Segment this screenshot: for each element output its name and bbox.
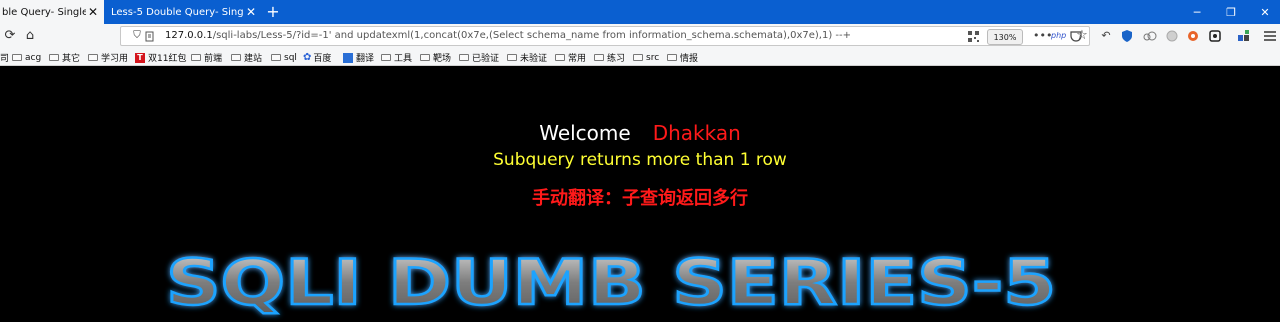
bookmark-item[interactable]: 情报 [667,51,698,64]
folder-icon [88,54,98,61]
folder-icon [191,54,201,61]
error-message: Subquery returns more than 1 row [493,150,787,170]
user-name: Dhakkan [652,121,741,145]
bookmark-item[interactable]: 工具 [381,51,412,64]
bookmark-item[interactable]: 靶场 [420,51,451,64]
logo-text: SQLI DUMB SERIES-5 [166,246,1056,319]
folder-icon [507,54,517,61]
folder-icon [555,54,565,61]
bookmark-label: 双11红包 [148,54,187,64]
bookmark-item[interactable]: 前端 [191,51,222,64]
folder-icon [381,54,391,61]
bookmark-label: acg [25,52,42,63]
bookmark-item[interactable]: 翻译 [343,51,374,64]
tab-inactive[interactable]: Less-5 Double Query- Single Qu ✕ [105,0,262,24]
new-tab-button[interactable]: + [264,2,282,22]
url-bar[interactable]: ⛉ 127.0.0.1/sqli-labs/Less-5/?id=-1' and… [120,26,1090,46]
orange-circle-icon[interactable] [1187,30,1199,42]
more-icon[interactable]: ••• [1033,28,1052,44]
tab-strip: ble Query- Single Qu ✕ Less-5 Double Que… [0,0,1280,24]
bookmark-item[interactable]: 学习用 [88,51,128,64]
bookmark-label: 情报 [680,54,699,64]
bookmark-label: src [646,52,660,63]
translation-text: 手动翻译：子查询返回多行 [532,188,748,209]
url-host: 127.0.0.1 [165,30,213,41]
bookmark-label: 司 [0,54,10,64]
bookmark-label: sql [284,52,297,63]
bookmarks-bar: 司 acg 其它 学习用 T 双11红包 前端 建站 sql ✿ 百度 翻译 工具 … [0,49,1280,66]
nav-bar: ⟳ ⌂ ⛉ 127.0.0.1/sqli-labs/Less-5/?id=-1'… [0,24,1280,49]
shield-icon[interactable]: ⛉ [129,28,145,44]
tab-close-icon[interactable]: ✕ [244,5,258,19]
bookmark-item[interactable]: 练习 [594,51,625,64]
folder-icon [271,54,281,61]
bookmark-item[interactable]: 常用 [555,51,586,64]
bookmark-item[interactable]: acg [12,51,41,64]
tab-active[interactable]: ble Query- Single Qu ✕ [0,0,104,24]
welcome-line: Welcome Dhakkan [0,121,1280,145]
bookmark-item[interactable]: 其它 [49,51,80,64]
bookmark-label: 常用 [568,54,587,64]
bookmark-item[interactable]: ✿ 百度 [303,51,331,64]
bookmark-item[interactable]: 建站 [231,51,262,64]
screenshot-icon[interactable] [1209,30,1221,42]
gray-circle-icon[interactable] [1166,30,1178,42]
bookmark-item[interactable]: 司 [0,51,9,64]
page-content: Welcome Dhakkan Subquery returns more tha… [0,66,1280,321]
undo-icon[interactable]: ↶ [1099,28,1113,44]
bookmark-label: 其它 [62,54,81,64]
bookmark-item[interactable]: 未验证 [507,51,547,64]
qr-icon[interactable] [968,31,979,42]
bookmark-item[interactable]: src [633,51,659,64]
php-icon[interactable]: php [1051,28,1066,44]
tmall-icon: T [135,52,145,63]
bookmark-label: 已验证 [472,54,500,64]
bookmark-item[interactable]: 已验证 [459,51,499,64]
tab-title: ble Query- Single Qu [2,6,86,18]
folder-icon [459,54,469,61]
bookmark-label: 建站 [244,54,263,64]
cloud-icon[interactable] [1143,30,1157,42]
vpn-icon[interactable] [1121,29,1133,43]
baidu-icon: ✿ [303,52,312,63]
bookmark-label: 前端 [204,54,223,64]
bookmark-item[interactable]: T 双11红包 [135,51,186,64]
tab-title: Less-5 Double Query- Single Qu [111,6,244,18]
restore-button[interactable]: ❐ [1214,0,1248,24]
bookmark-label: 学习用 [101,54,129,64]
tab-close-icon[interactable]: ✕ [86,5,100,19]
bookmark-label: 百度 [313,54,332,64]
folder-icon [667,54,677,61]
close-window-button[interactable]: ✕ [1248,0,1280,24]
menu-icon[interactable] [1264,31,1276,41]
url-text[interactable]: 127.0.0.1/sqli-labs/Less-5/?id=-1' and u… [165,30,851,41]
bookmark-label: 未验证 [520,54,548,64]
folder-icon [12,54,22,61]
bookmark-label: 靶场 [433,54,452,64]
translate-icon [343,52,353,63]
folder-icon [594,54,604,61]
sqli-logo: SQLI DUMB SERIES-5 [165,245,1058,321]
folder-icon [420,54,430,61]
bookmark-label: 翻译 [356,54,375,64]
reload-icon[interactable]: ⟳ [2,28,18,44]
extensions-icon[interactable] [1238,30,1251,42]
home-icon[interactable]: ⌂ [22,28,38,44]
folder-icon [49,54,59,61]
zoom-indicator[interactable]: 130% [987,29,1023,45]
bookmark-label: 工具 [394,54,413,64]
bookmark-item[interactable]: sql [271,51,297,64]
folder-icon [231,54,241,61]
minimize-button[interactable]: ─ [1180,0,1214,24]
url-path: /sqli-labs/Less-5/?id=-1' and updatexml(… [212,30,852,41]
welcome-text: Welcome [539,121,631,145]
info-icon[interactable] [145,31,154,42]
folder-icon [633,54,643,61]
star-icon[interactable]: ☆ [1075,28,1089,44]
bookmark-label: 练习 [607,54,626,64]
